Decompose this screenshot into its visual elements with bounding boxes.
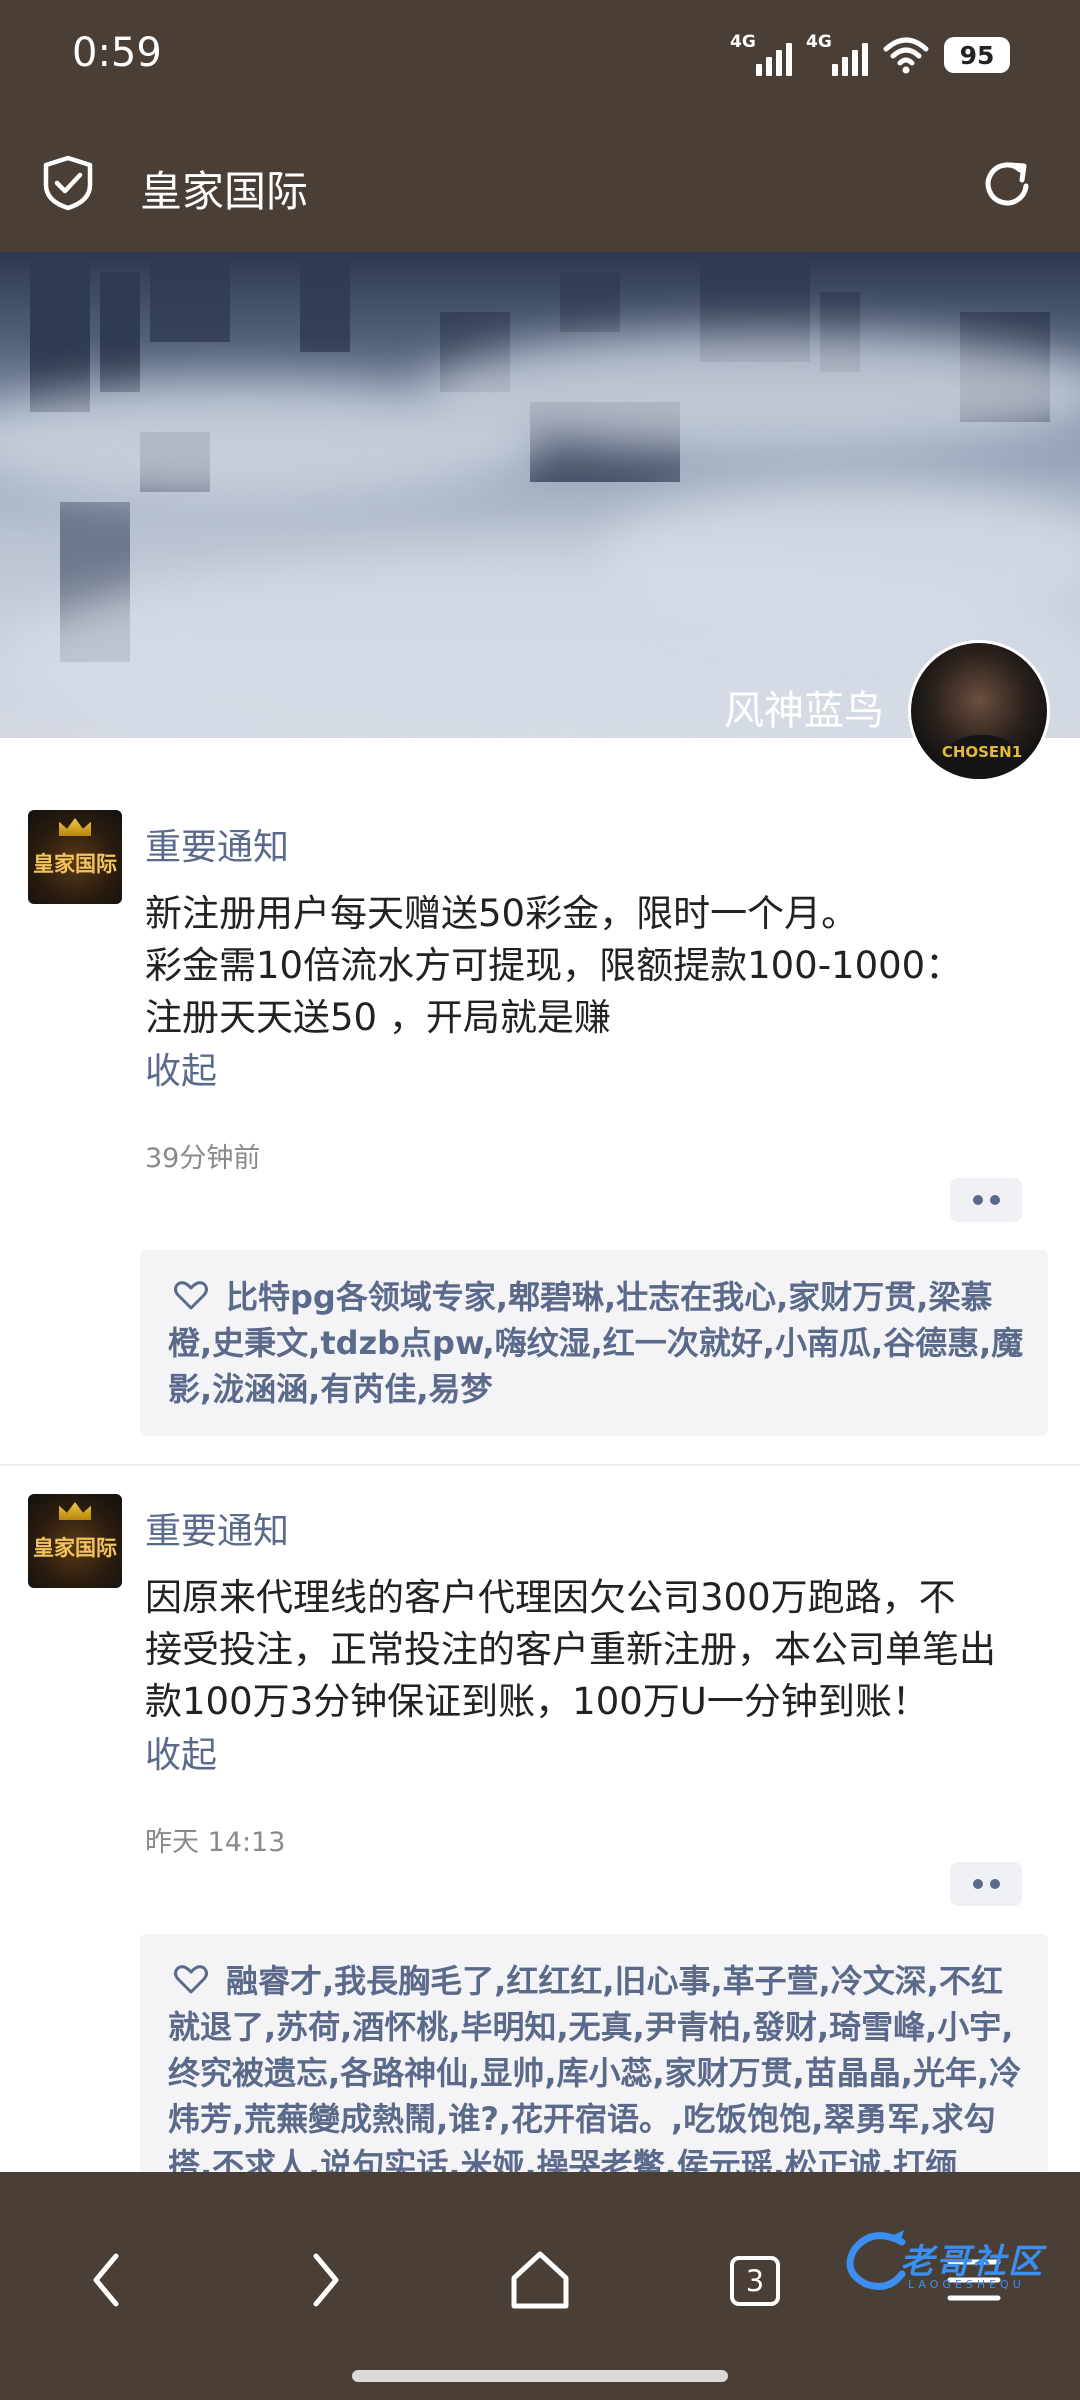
post-avatar-text: 皇家国际 [33, 852, 117, 876]
home-icon[interactable] [506, 2246, 574, 2314]
profile-name: 风神蓝鸟 [724, 688, 884, 734]
back-icon[interactable] [74, 2246, 142, 2314]
post-timestamp: 昨天 14:13 [145, 1827, 286, 1858]
post-text: 新注册用户每天赠送50彩金，限时一个月。 彩金需10倍流水方可提现，限额提款10… [145, 888, 1055, 1044]
status-icons: 4G 4G 95 [730, 30, 1010, 80]
network-type-label-2: 4G [806, 32, 832, 52]
app-header: 0:59 4G 4G 95 皇家国际 [0, 0, 1080, 252]
post-text: 因原来代理线的客户代理因欠公司300万跑路，不 接受投注，正常投注的客户重新注册… [145, 1572, 1055, 1728]
profile-avatar[interactable]: CHOSEN1 [908, 640, 1050, 782]
watermark-text: 老哥社区 [900, 2242, 1044, 2282]
forward-icon[interactable] [290, 2246, 358, 2314]
post-avatar-text: 皇家国际 [33, 1536, 117, 1560]
collapse-link[interactable]: 收起 [145, 1042, 217, 1094]
collapse-link[interactable]: 收起 [145, 1726, 217, 1778]
post-avatar[interactable]: 皇家国际 [28, 810, 122, 904]
more-options-button[interactable] [950, 1862, 1022, 1906]
home-indicator[interactable] [352, 2370, 728, 2382]
post-author[interactable]: 重要通知 [145, 818, 289, 870]
heart-icon [174, 1281, 208, 1310]
post-text-line: 新注册用户每天赠送50彩金，限时一个月。 [145, 892, 859, 935]
moment-post: 皇家国际 重要通知 因原来代理线的客户代理因欠公司300万跑路，不 接受投注，正… [0, 1494, 1080, 2334]
watermark-subtext: LAOGESHEQU [908, 2278, 1025, 2291]
cell-signal-icon-2: 4G [806, 32, 868, 76]
refresh-icon[interactable] [980, 156, 1036, 212]
cell-signal-icon: 4G [730, 32, 792, 76]
battery-indicator: 95 [944, 37, 1010, 73]
page-title: 皇家国际 [140, 167, 309, 216]
network-type-label: 4G [730, 32, 756, 52]
post-avatar[interactable]: 皇家国际 [28, 1494, 122, 1588]
more-options-button[interactable] [950, 1178, 1022, 1222]
likes-box: 比特pg各领域专家,郫碧琳,壮志在我心,家财万贯,梁慕橙,史秉文,tdzb点pw… [140, 1250, 1048, 1436]
wifi-icon [883, 37, 929, 74]
post-timestamp: 39分钟前 [145, 1143, 261, 1174]
tabs-button[interactable]: 3 [730, 2256, 780, 2306]
post-text-line: 彩金需10倍流水方可提现，限额提款100-1000： [145, 944, 963, 987]
post-divider [0, 1464, 1080, 1466]
cover-banner: 风神蓝鸟 [0, 252, 1080, 738]
post-text-line: 因原来代理线的客户代理因欠公司300万跑路，不 [145, 1576, 956, 1619]
moment-post: 皇家国际 重要通知 新注册用户每天赠送50彩金，限时一个月。 彩金需10倍流水方… [0, 810, 1080, 1464]
site-watermark: 老哥社区 LAOGESHEQU [842, 2222, 1064, 2304]
avatar-shirt-text: CHOSEN1 [941, 743, 1023, 761]
shield-check-icon[interactable] [42, 155, 94, 211]
post-text-line: 注册天天送50 ，开局就是赚 [145, 996, 611, 1039]
heart-icon [174, 1965, 208, 1994]
browser-page: 0:59 4G 4G 95 皇家国际 风神蓝鸟 CHOSEN1 皇家国际 重要通… [0, 0, 1080, 2400]
likes-names: 比特pg各领域专家,郫碧琳,壮志在我心,家财万贯,梁慕橙,史秉文,tdzb点pw… [168, 1278, 1024, 1408]
post-text-line: 接受投注，正常投注的客户重新注册，本公司单笔出 [145, 1628, 996, 1671]
post-author[interactable]: 重要通知 [145, 1502, 289, 1554]
status-time: 0:59 [72, 30, 162, 76]
post-text-line: 款100万3分钟保证到账，100万U一分钟到账！ [145, 1680, 929, 1723]
